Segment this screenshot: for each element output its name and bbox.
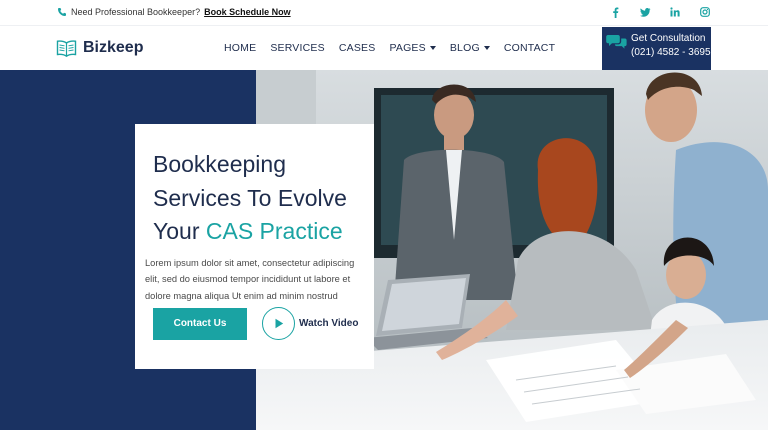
hero-description: Lorem ipsum dolor sit amet, consectetur … — [145, 257, 355, 301]
nav-item-label: CONTACT — [503, 42, 556, 54]
headline-line-3: Your CAS Practice — [153, 215, 364, 249]
headline-line-2: Services To Evolve — [153, 184, 347, 211]
open-book-icon — [56, 39, 77, 57]
consultation-box[interactable]: Get Consultation (021) 4582 - 3695 — [602, 27, 711, 70]
caret-down-icon — [429, 46, 436, 50]
caret-down-icon — [483, 46, 490, 50]
nav-item-label: CASES — [338, 42, 376, 54]
nav-item-label: SERVICES — [270, 42, 325, 54]
headline-line-3-prefix: Your — [153, 218, 206, 244]
consultation-title: Get Consultation — [631, 33, 706, 44]
nav-item-home[interactable]: HOME — [224, 42, 256, 54]
book-schedule-link[interactable]: Book Schedule Now — [204, 7, 291, 17]
nav-item-label: BLOG — [449, 42, 480, 54]
nav-item-blog[interactable]: BLOG — [450, 42, 490, 54]
nav-item-pages[interactable]: PAGES — [389, 42, 436, 54]
nav-item-cases[interactable]: CASES — [339, 42, 376, 54]
watch-video-button[interactable]: Watch Video — [262, 307, 358, 340]
play-icon[interactable] — [262, 307, 295, 340]
hero-section: Bookkeeping Services To Evolve Your CAS … — [0, 70, 768, 430]
nav-item-contact[interactable]: CONTACT — [504, 42, 555, 54]
twitter-icon[interactable] — [639, 6, 651, 18]
bottom-strip — [0, 430, 768, 435]
headline-accent: CAS Practice — [205, 218, 343, 244]
social-links — [609, 6, 711, 18]
main-navbar: Bizkeep HOME SERVICES CASES PAGES BLOG C… — [0, 27, 768, 70]
nav-item-services[interactable]: SERVICES — [270, 42, 325, 54]
phone-icon — [58, 8, 66, 16]
top-bar: Need Professional Bookkeeper? Book Sched… — [0, 0, 768, 26]
watch-video-label: Watch Video — [299, 318, 359, 329]
consultation-phone: (021) 4582 - 3695 — [631, 47, 711, 58]
nav-item-label: HOME — [224, 42, 257, 54]
instagram-icon[interactable] — [699, 6, 711, 18]
nav-item-label: PAGES — [389, 42, 426, 54]
topbar-contact: Need Professional Bookkeeper? Book Sched… — [57, 7, 291, 17]
topbar-prompt: Need Professional Bookkeeper? — [71, 7, 201, 17]
facebook-icon[interactable] — [609, 6, 621, 18]
chat-bubbles-icon — [606, 35, 627, 49]
headline-line-1: Bookkeeping — [153, 151, 286, 177]
hero-cta-row: Contact Us Watch Video — [153, 307, 358, 340]
brand-logo[interactable]: Bizkeep — [56, 39, 143, 57]
hero-headline: Bookkeeping Services To Evolve Your CAS … — [145, 148, 364, 249]
brand-name: Bizkeep — [83, 39, 144, 56]
nav-menu: HOME SERVICES CASES PAGES BLOG CONTACT — [224, 42, 555, 54]
contact-us-button[interactable]: Contact Us — [153, 307, 247, 340]
linkedin-icon[interactable] — [669, 6, 681, 18]
hero-card: Bookkeeping Services To Evolve Your CAS … — [135, 124, 374, 369]
